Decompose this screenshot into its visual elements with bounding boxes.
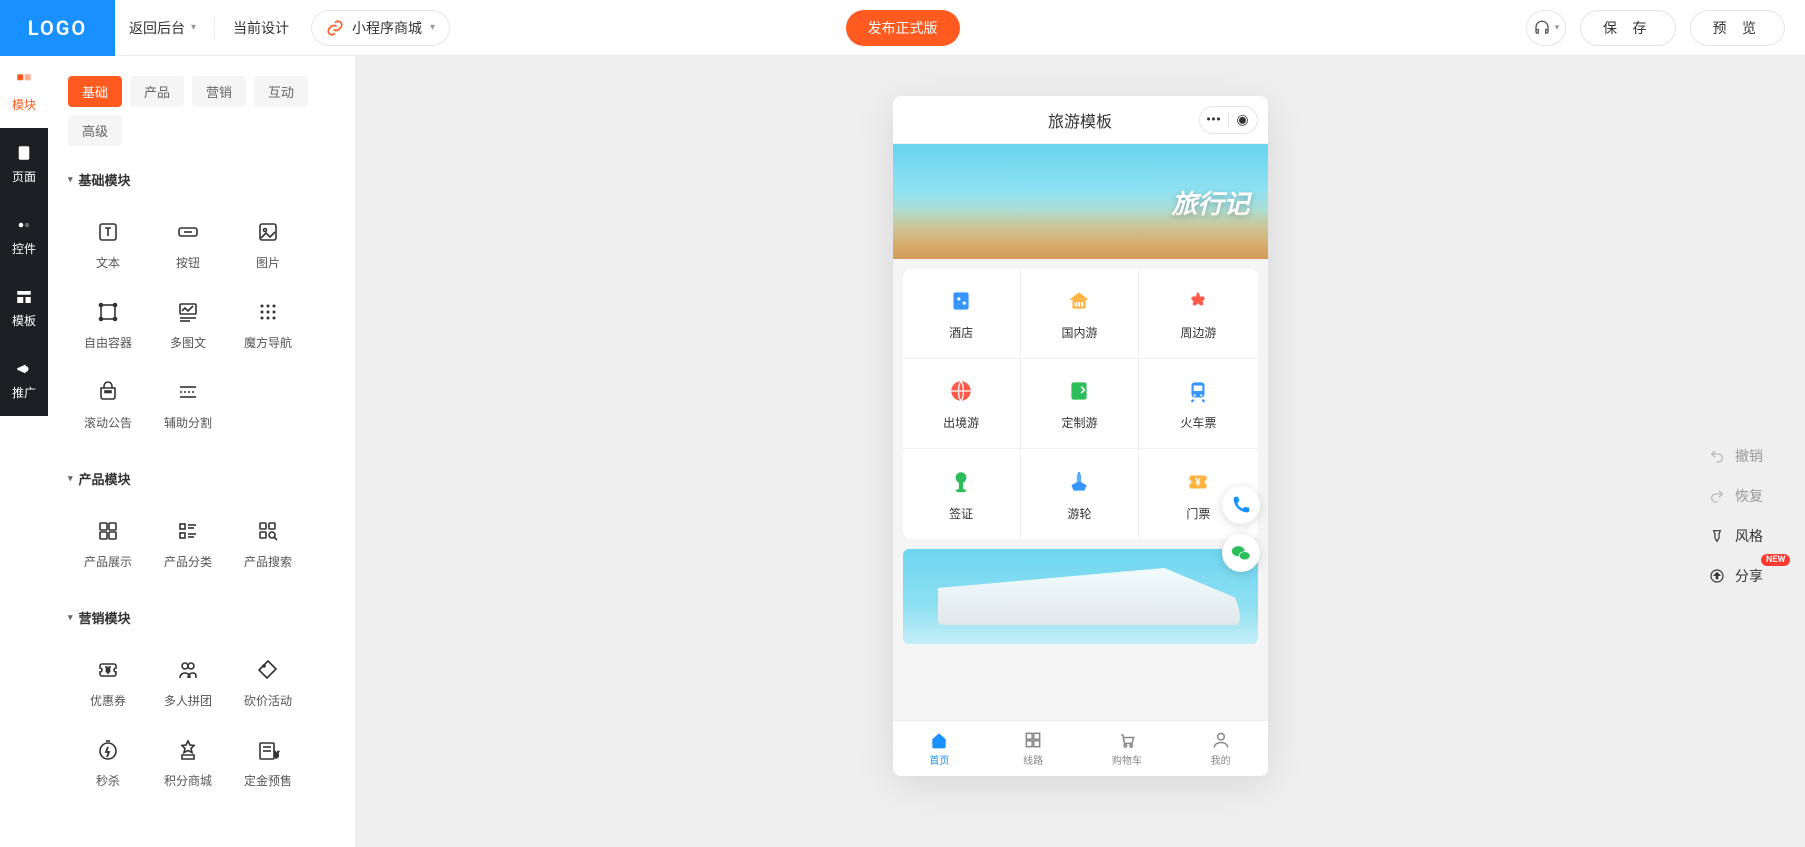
back-to-admin[interactable]: 返回后台▾ (115, 10, 210, 46)
module-seckill[interactable]: 秒杀 (68, 723, 148, 803)
target-icon[interactable]: ◉ (1229, 106, 1257, 134)
wechat-bubble[interactable] (1222, 534, 1260, 572)
nav-train[interactable]: 火车票 (1139, 359, 1257, 449)
support-button[interactable]: ▾ (1526, 10, 1566, 46)
divider (214, 17, 215, 39)
section-product: 产品模块 (68, 469, 335, 488)
tab-interactive[interactable]: 互动 (254, 76, 308, 107)
module-button[interactable]: 按钮 (148, 205, 228, 285)
module-scroll-notice[interactable]: 滚动公告 (68, 365, 148, 445)
nav-nearby[interactable]: 周边游 (1139, 269, 1257, 359)
rail-widgets[interactable]: 控件 (0, 200, 48, 272)
module-multi-image-text[interactable]: 多图文 (148, 285, 228, 365)
tab-routes[interactable]: 线路 (986, 721, 1080, 776)
promo-banner[interactable] (903, 549, 1258, 644)
link-icon (326, 19, 344, 37)
phone-bubble[interactable] (1222, 486, 1260, 524)
chevron-down-icon: ▾ (430, 22, 435, 33)
module-product-display[interactable]: 产品展示 (68, 504, 148, 584)
nav-outbound[interactable]: 出境游 (903, 359, 1021, 449)
module-product-search[interactable]: 产品搜索 (228, 504, 308, 584)
publish-button[interactable]: 发布正式版 (846, 10, 960, 46)
phone-header: 旅游模板 ••• ◉ (893, 96, 1268, 144)
svg-text:¥: ¥ (106, 666, 111, 675)
logo: LOGO (0, 0, 115, 56)
svg-text:¥: ¥ (274, 751, 279, 761)
chevron-down-icon: ▾ (191, 22, 196, 33)
style-button[interactable]: 风格 (1709, 516, 1781, 556)
module-magic-nav[interactable]: 魔方导航 (228, 285, 308, 365)
module-deposit-presale[interactable]: ¥定金预售 (228, 723, 308, 803)
new-badge: NEW (1761, 554, 1790, 566)
design-name: 小程序商城 (352, 18, 422, 38)
undo-button[interactable]: 撤销 (1709, 436, 1781, 476)
module-free-container[interactable]: 自由容器 (68, 285, 148, 365)
module-coupon[interactable]: ¥优惠券 (68, 643, 148, 723)
category-tabs: 基础 产品 营销 互动 高级 (68, 76, 335, 146)
nav-custom[interactable]: 定制游 (1021, 359, 1139, 449)
module-assist-divider[interactable]: 辅助分割 (148, 365, 228, 445)
module-text[interactable]: 文本 (68, 205, 148, 285)
phone-tabbar: 首页 线路 购物车 我的 (893, 720, 1268, 776)
module-panel: 基础 产品 营销 互动 高级 基础模块 文本 按钮 图片 自由容器 多图文 魔方… (48, 56, 355, 847)
banner-title: 旅行记 (1171, 184, 1249, 221)
tab-marketing[interactable]: 营销 (192, 76, 246, 107)
section-basic: 基础模块 (68, 170, 335, 189)
module-image[interactable]: 图片 (228, 205, 308, 285)
save-button[interactable]: 保 存 (1580, 10, 1675, 46)
share-button[interactable]: 分享NEW (1709, 556, 1781, 596)
nav-visa[interactable]: 签证 (903, 449, 1021, 539)
phone-body[interactable]: 旅行记 酒店 国内游 周边游 出境游 定制游 火车票 签证 游轮 ¥门票 (893, 144, 1268, 720)
redo-button[interactable]: 恢复 (1709, 476, 1781, 516)
svg-text:¥: ¥ (1196, 477, 1202, 488)
module-product-category[interactable]: 产品分类 (148, 504, 228, 584)
tab-advanced[interactable]: 高级 (68, 115, 122, 146)
phone-header-actions: ••• ◉ (1199, 106, 1258, 134)
tab-home[interactable]: 首页 (893, 721, 987, 776)
module-points-mall[interactable]: 积分商城 (148, 723, 228, 803)
canvas-area: 旅游模板 ••• ◉ 旅行记 酒店 国内游 周边游 出境游 定制游 火车票 签证… (355, 56, 1805, 847)
nav-cruise[interactable]: 游轮 (1021, 449, 1139, 539)
tab-product[interactable]: 产品 (130, 76, 184, 107)
tab-cart[interactable]: 购物车 (1080, 721, 1174, 776)
nav-domestic[interactable]: 国内游 (1021, 269, 1139, 359)
section-marketing: 营销模块 (68, 608, 335, 627)
phone-preview[interactable]: 旅游模板 ••• ◉ 旅行记 酒店 国内游 周边游 出境游 定制游 火车票 签证… (893, 96, 1268, 776)
nav-grid: 酒店 国内游 周边游 出境游 定制游 火车票 签证 游轮 ¥门票 (903, 269, 1258, 539)
current-design-label: 当前设计 (219, 10, 303, 46)
more-icon[interactable]: ••• (1200, 106, 1228, 134)
rail-promote[interactable]: 推广 (0, 344, 48, 416)
rail-pages[interactable]: 页面 (0, 128, 48, 200)
left-rail: 模块 页面 控件 模板 推广 (0, 56, 48, 847)
right-tools: 撤销 恢复 风格 分享NEW (1685, 436, 1805, 596)
banner[interactable]: 旅行记 (893, 144, 1268, 259)
rail-modules[interactable]: 模块 (0, 56, 48, 128)
nav-hotel[interactable]: 酒店 (903, 269, 1021, 359)
chevron-down-icon: ▾ (1555, 23, 1560, 33)
module-group-buy[interactable]: 多人拼团 (148, 643, 228, 723)
rail-templates[interactable]: 模板 (0, 272, 48, 344)
phone-title: 旅游模板 (1048, 108, 1112, 132)
float-bubbles (1222, 486, 1260, 572)
tab-mine[interactable]: 我的 (1174, 721, 1268, 776)
preview-button[interactable]: 预 览 (1690, 10, 1785, 46)
design-selector[interactable]: 小程序商城 ▾ (311, 10, 450, 46)
module-bargain[interactable]: 砍价活动 (228, 643, 308, 723)
topbar: LOGO 返回后台▾ 当前设计 小程序商城 ▾ 发布正式版 ▾ 保 存 预 览 (0, 0, 1805, 56)
tab-basic[interactable]: 基础 (68, 76, 122, 107)
